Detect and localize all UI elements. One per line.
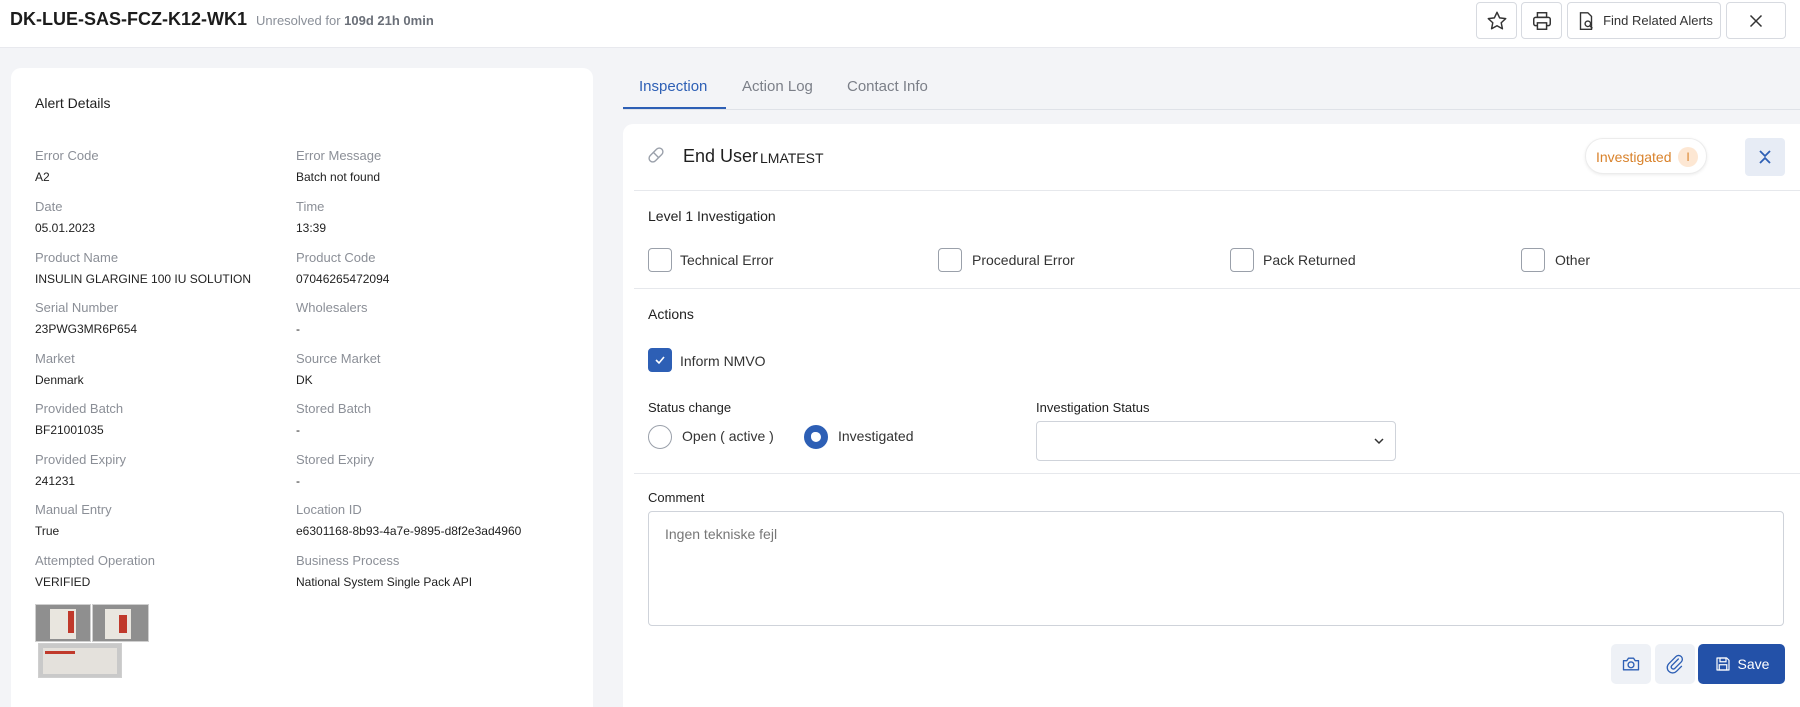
- save-button[interactable]: Save: [1698, 644, 1785, 684]
- field-stored-batch: Stored Batch -: [296, 401, 372, 437]
- tab-action-log[interactable]: Action Log: [742, 78, 813, 95]
- unresolved-duration: Unresolved for 109d 21h 0min: [256, 13, 434, 28]
- chevron-down-icon: [1374, 438, 1384, 445]
- alert-details-title: Alert Details: [35, 95, 111, 111]
- inspection-card: End User LMATEST Investigated I Level 1 …: [623, 124, 1800, 707]
- field-product-code: Product Code 07046265472094: [296, 250, 390, 286]
- status-open-radio[interactable]: [648, 425, 672, 449]
- field-location-id: Location ID e6301168-8b93-4a7e-9895-d8f2e…: [296, 502, 522, 538]
- inspection-title: End User: [683, 146, 759, 166]
- pack-image-thumbnail[interactable]: [92, 604, 149, 642]
- find-related-alerts-button[interactable]: Find Related Alerts: [1567, 2, 1721, 39]
- status-open-label: Open ( active ): [682, 428, 774, 444]
- chevrons-collapse-icon: [1759, 150, 1771, 164]
- field-source-market: Source Market DK: [296, 351, 381, 387]
- field-stored-expiry: Stored Expiry -: [296, 452, 375, 488]
- active-tab-indicator: [623, 107, 726, 109]
- inform-nmvo-checkbox[interactable]: [648, 348, 672, 372]
- camera-button[interactable]: [1611, 644, 1651, 684]
- other-checkbox[interactable]: [1521, 248, 1545, 272]
- star-icon: [1487, 11, 1506, 30]
- technical-error-checkbox[interactable]: [648, 248, 672, 272]
- inform-nmvo-label: Inform NMVO: [680, 353, 766, 369]
- divider: [634, 190, 1800, 191]
- field-wholesalers: Wholesalers -: [296, 300, 368, 336]
- floppy-disk-icon: [1715, 657, 1730, 671]
- favorite-button[interactable]: [1476, 2, 1517, 39]
- document-search-icon: [1579, 11, 1593, 30]
- field-attempted-operation: Attempted Operation VERIFIED: [35, 553, 155, 589]
- close-button[interactable]: [1726, 2, 1786, 39]
- detail-tabs: Inspection Action Log Contact Info: [623, 66, 1800, 110]
- alert-id: DK-LUE-SAS-FCZ-K12-WK1: [10, 9, 247, 29]
- field-market: Market Denmark: [35, 351, 84, 387]
- alert-details-card: Alert Details Error Code A2 Error Message…: [11, 68, 593, 707]
- field-time: Time 13:39: [296, 199, 327, 235]
- status-investigated-label: Investigated: [838, 428, 914, 444]
- camera-icon: [1622, 657, 1640, 671]
- technical-error-label: Technical Error: [680, 252, 774, 268]
- pack-image-thumbnail[interactable]: [35, 604, 91, 642]
- checkmark-icon: [655, 356, 665, 365]
- field-date: Date 05.01.2023: [35, 199, 96, 235]
- procedural-error-checkbox[interactable]: [938, 248, 962, 272]
- inspection-user: LMATEST: [760, 150, 824, 166]
- field-error-message: Error Message Batch not found: [296, 148, 382, 184]
- pack-image-thumbnail[interactable]: [38, 643, 122, 678]
- tab-contact-info[interactable]: Contact Info: [847, 78, 928, 95]
- field-provided-expiry: Provided Expiry 241231: [35, 452, 127, 488]
- collapse-button[interactable]: [1745, 138, 1785, 176]
- investigation-status-select[interactable]: [1036, 421, 1396, 461]
- paperclip-icon: [1666, 654, 1684, 674]
- divider: [634, 288, 1800, 289]
- print-button[interactable]: [1521, 2, 1562, 39]
- actions-label: Actions: [648, 306, 694, 322]
- field-error-code: Error Code A2: [35, 148, 99, 184]
- top-bar: DK-LUE-SAS-FCZ-K12-WK1 Unresolved for 10…: [0, 0, 1800, 48]
- status-badge-mark: I: [1678, 147, 1698, 167]
- status-change-label: Status change: [648, 400, 732, 415]
- attach-button[interactable]: [1655, 644, 1695, 684]
- status-investigated-radio[interactable]: [804, 425, 828, 449]
- investigation-status-label: Investigation Status: [1036, 400, 1150, 415]
- field-serial-number: Serial Number 23PWG3MR6P654: [35, 300, 138, 336]
- comment-textarea[interactable]: Ingen tekniske fejl: [648, 511, 1784, 626]
- field-business-process: Business Process National System Single P…: [296, 553, 473, 589]
- pack-images: [35, 604, 149, 678]
- close-icon: [1749, 14, 1763, 27]
- comment-label: Comment: [648, 490, 705, 505]
- field-manual-entry: Manual Entry True: [35, 502, 112, 538]
- printer-icon: [1532, 11, 1551, 30]
- pill-icon: [648, 147, 664, 163]
- status-badge: Investigated I: [1585, 138, 1707, 174]
- field-product-name: Product Name INSULIN GLARGINE 100 IU SOLU…: [35, 250, 252, 286]
- procedural-error-label: Procedural Error: [972, 252, 1075, 268]
- divider: [634, 473, 1800, 474]
- tab-inspection[interactable]: Inspection: [639, 78, 707, 95]
- other-label: Other: [1555, 252, 1591, 268]
- pack-returned-label: Pack Returned: [1263, 252, 1356, 268]
- pack-returned-checkbox[interactable]: [1230, 248, 1254, 272]
- level1-investigation-label: Level 1 Investigation: [648, 208, 776, 224]
- field-provided-batch: Provided Batch BF21001035: [35, 401, 124, 437]
